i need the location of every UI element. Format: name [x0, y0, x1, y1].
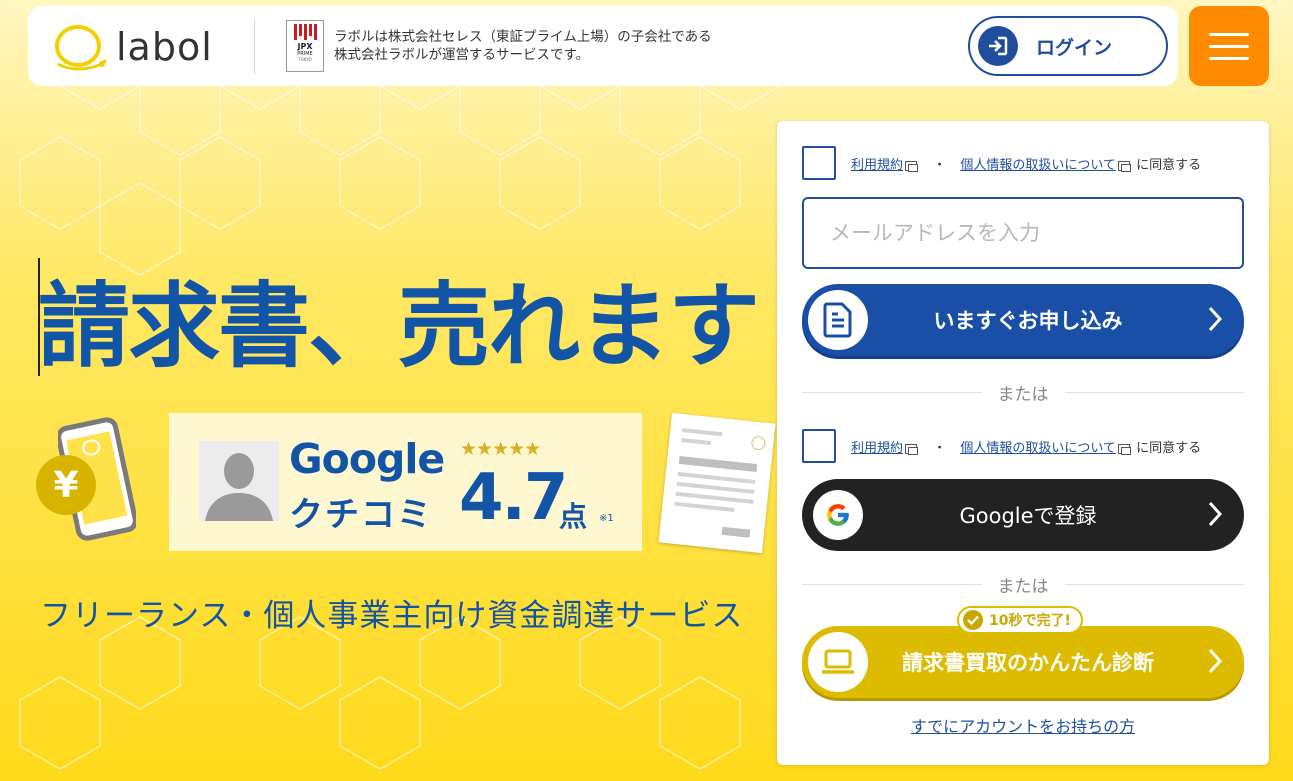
hamburger-menu-button[interactable]: [1189, 6, 1269, 86]
company-note: ラボルは株式会社セレス（東証プライム上場）の子会社である株式会社ラボルが運営する…: [334, 29, 712, 63]
diagnosis-label: 請求書買取のかんたん診断: [902, 651, 1154, 675]
yen-coin-icon: ¥: [36, 455, 96, 515]
hero-title: 請求書、売れます: [38, 273, 760, 380]
google-icon: [813, 490, 863, 540]
or-divider: または: [802, 572, 1244, 597]
jpx-prime-badge: JPX PRIME TOKYO: [286, 20, 324, 72]
separator: ・: [933, 157, 947, 173]
agree-suffix: に同意する: [1136, 157, 1202, 173]
login-label: ログイン: [1036, 36, 1113, 59]
apply-button[interactable]: いますぐお申し込み: [802, 284, 1244, 356]
login-button[interactable]: ログイン: [968, 16, 1168, 76]
signup-panel: 利用規約 ・ 個人情報の取扱いについて に同意する いますぐお申し込み または …: [777, 121, 1269, 765]
privacy-link[interactable]: 個人情報の取扱いについて: [960, 441, 1116, 456]
laptop-icon: [808, 632, 868, 692]
google-signup-button[interactable]: Googleで登録: [802, 479, 1244, 551]
kuchikomi-label: クチコミ: [289, 495, 433, 535]
login-icon: [978, 26, 1018, 66]
jpx-logo-icon: [293, 24, 317, 40]
google-label: Google: [289, 435, 445, 483]
jpx-name: JPX: [297, 42, 313, 51]
terms-link[interactable]: 利用規約: [851, 158, 903, 173]
rating-stars: ★★★★★: [460, 438, 541, 460]
hamburger-icon: [1209, 32, 1249, 36]
separator: ・: [933, 440, 947, 456]
ten-seconds-badge: 10秒で完了!: [957, 606, 1083, 634]
external-link-icon: [905, 160, 919, 172]
rating-footnote: ※1: [599, 513, 614, 524]
chevron-right-icon: [1208, 306, 1222, 332]
existing-account-link[interactable]: すでにアカウントをお持ちの方: [777, 713, 1269, 737]
site-header: labol JPX PRIME TOKYO ラボルは株式会社セレス（東証プライム…: [28, 6, 1178, 86]
external-link-icon: [905, 443, 919, 455]
google-review-card: Google クチコミ ★★★★★ 4.7 点 ※1: [169, 413, 642, 551]
agree-checkbox-google[interactable]: [802, 429, 836, 463]
terms-link[interactable]: 利用規約: [851, 441, 903, 456]
agree-checkbox-email[interactable]: [802, 146, 836, 180]
diagnosis-button[interactable]: 請求書買取のかんたん診断: [802, 626, 1244, 698]
agree-suffix: に同意する: [1136, 440, 1202, 456]
agree-row-email: 利用規約 ・ 個人情報の取扱いについて に同意する: [802, 146, 1201, 180]
logo-text: labol: [116, 25, 213, 69]
invoice-illustration: [658, 412, 776, 554]
external-link-icon: [1117, 160, 1131, 172]
labol-logo[interactable]: labol: [52, 20, 242, 74]
google-signup-label: Googleで登録: [959, 504, 1097, 528]
header-divider: [254, 20, 255, 74]
hero-tagline: フリーランス・個人事業主向け資金調達サービス: [40, 598, 744, 634]
labol-logo-icon: [55, 25, 108, 71]
chevron-right-icon: [1208, 648, 1222, 674]
chevron-right-icon: [1208, 501, 1222, 527]
agree-row-google: 利用規約 ・ 個人情報の取扱いについて に同意する: [802, 429, 1201, 463]
rating-score: 4.7: [459, 461, 568, 535]
privacy-link[interactable]: 個人情報の取扱いについて: [960, 158, 1116, 173]
email-input[interactable]: [802, 197, 1244, 269]
jpx-tokyo: TOKYO: [298, 57, 312, 62]
avatar: [199, 441, 279, 521]
external-link-icon: [1117, 443, 1131, 455]
apply-label: いますぐお申し込み: [933, 309, 1123, 333]
or-divider: または: [802, 380, 1244, 405]
badge-label: 10秒で完了!: [989, 613, 1071, 629]
check-icon: [963, 610, 983, 630]
rating-unit: 点: [559, 500, 588, 533]
document-icon: [808, 290, 868, 350]
